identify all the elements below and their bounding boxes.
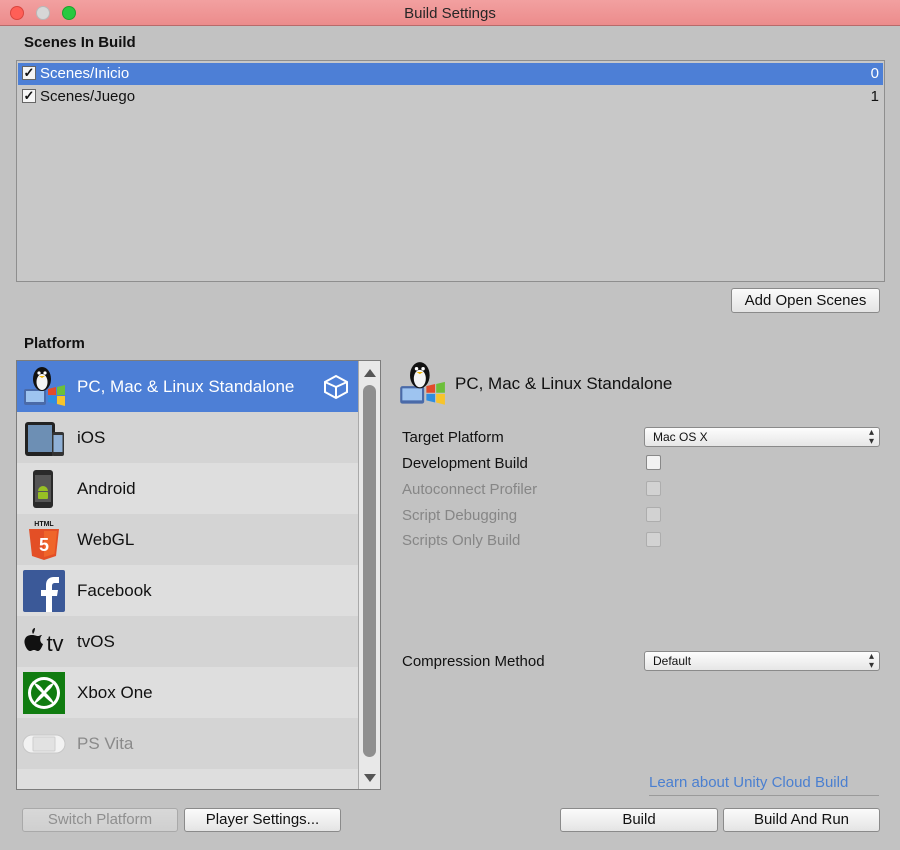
autoconnect-profiler-checkbox[interactable] <box>646 481 661 496</box>
autoconnect-profiler-label: Autoconnect Profiler <box>402 481 538 498</box>
target-platform-label: Target Platform <box>402 429 504 446</box>
platform-item-xbox-one[interactable]: Xbox One <box>17 667 358 718</box>
android-icon <box>33 470 53 508</box>
unity-cloud-build-link[interactable]: Learn about Unity Cloud Build <box>649 774 848 791</box>
dropdown-arrows-icon: ▴ ▾ <box>868 651 874 671</box>
platform-item-label: iOS <box>77 428 106 447</box>
scene-include-checkbox[interactable]: ✓ <box>22 89 36 103</box>
selected-platform-title: PC, Mac & Linux Standalone <box>455 374 673 393</box>
window-titlebar: Build Settings <box>0 0 900 26</box>
ios-icon <box>25 422 64 456</box>
webgl-icon: HTML 5 <box>29 521 59 560</box>
script-debugging-label: Script Debugging <box>402 507 518 524</box>
platform-item-label: Facebook <box>77 581 152 600</box>
xbox-icon <box>23 672 65 714</box>
platform-item-ios[interactable]: iOS <box>17 412 358 463</box>
scripts-only-build-label: Scripts Only Build <box>402 532 521 549</box>
ps-vita-icon <box>22 734 66 754</box>
target-platform-value: Mac OS X <box>653 430 708 444</box>
script-debugging-checkbox[interactable] <box>646 507 661 522</box>
platform-heading: Platform <box>24 335 85 352</box>
dropdown-arrows-icon: ▴ ▾ <box>868 427 874 447</box>
link-divider <box>649 795 879 796</box>
selected-platform-icon <box>400 362 445 405</box>
svg-text:tv: tv <box>46 631 63 656</box>
scene-name: Scenes/Inicio <box>40 65 130 82</box>
tvos-icon: tv <box>24 628 64 656</box>
svg-text:HTML: HTML <box>34 521 54 528</box>
scenes-heading: Scenes In Build <box>24 34 136 51</box>
scene-row[interactable]: ✓ Scenes/Inicio 0 <box>18 63 883 85</box>
platform-item-tvos[interactable]: tv tvOS <box>17 616 358 667</box>
facebook-icon <box>23 570 65 612</box>
scripts-only-build-checkbox[interactable] <box>646 532 661 547</box>
platform-item-android[interactable]: Android <box>17 463 358 514</box>
scene-name: Scenes/Juego <box>40 88 136 105</box>
platform-item-standalone[interactable]: PC, Mac & Linux Standalone <box>17 361 358 412</box>
development-build-label: Development Build <box>402 455 528 472</box>
platform-list[interactable]: PC, Mac & Linux Standalone iOS Android H… <box>16 360 381 790</box>
scroll-down-icon[interactable] <box>364 774 376 782</box>
window-title: Build Settings <box>404 5 496 22</box>
scroll-up-icon[interactable] <box>364 369 376 377</box>
platform-item-label: WebGL <box>77 530 135 549</box>
platform-item-label: PS Vita <box>77 734 134 753</box>
platform-item-label: Android <box>77 479 136 498</box>
compression-method-label: Compression Method <box>402 653 545 670</box>
unity-logo-icon <box>324 374 348 400</box>
scene-index: 0 <box>870 65 879 82</box>
svg-text:5: 5 <box>39 535 49 555</box>
player-settings-button[interactable]: Player Settings... <box>184 808 341 832</box>
platform-item-facebook[interactable]: Facebook <box>17 565 358 616</box>
build-and-run-button[interactable]: Build And Run <box>723 808 880 832</box>
pc-standalone-icon <box>24 367 65 406</box>
compression-method-value: Default <box>653 654 692 668</box>
platform-item-label: Xbox One <box>77 683 153 702</box>
scene-index: 1 <box>870 88 879 105</box>
scenes-list[interactable]: ✓ Scenes/Inicio 0 ✓ Scenes/Juego 1 <box>16 60 885 282</box>
add-open-scenes-button[interactable]: Add Open Scenes <box>731 288 880 313</box>
platform-item-label: PC, Mac & Linux Standalone <box>77 377 295 396</box>
platform-item-ps-vita[interactable]: PS Vita <box>17 718 358 769</box>
scene-include-checkbox[interactable]: ✓ <box>22 66 36 80</box>
switch-platform-button[interactable]: Switch Platform <box>22 808 178 832</box>
compression-method-dropdown[interactable]: Default ▴ ▾ <box>644 651 880 671</box>
build-button[interactable]: Build <box>560 808 718 832</box>
development-build-checkbox[interactable] <box>646 455 661 470</box>
target-platform-dropdown[interactable]: Mac OS X ▴ ▾ <box>644 427 880 447</box>
scene-row[interactable]: ✓ Scenes/Juego 1 <box>18 86 883 108</box>
scrollbar-thumb[interactable] <box>363 385 376 757</box>
platform-item-webgl[interactable]: HTML 5 WebGL <box>17 514 358 565</box>
platform-item-label: tvOS <box>77 632 115 651</box>
platform-list-scrollbar[interactable] <box>358 361 380 789</box>
